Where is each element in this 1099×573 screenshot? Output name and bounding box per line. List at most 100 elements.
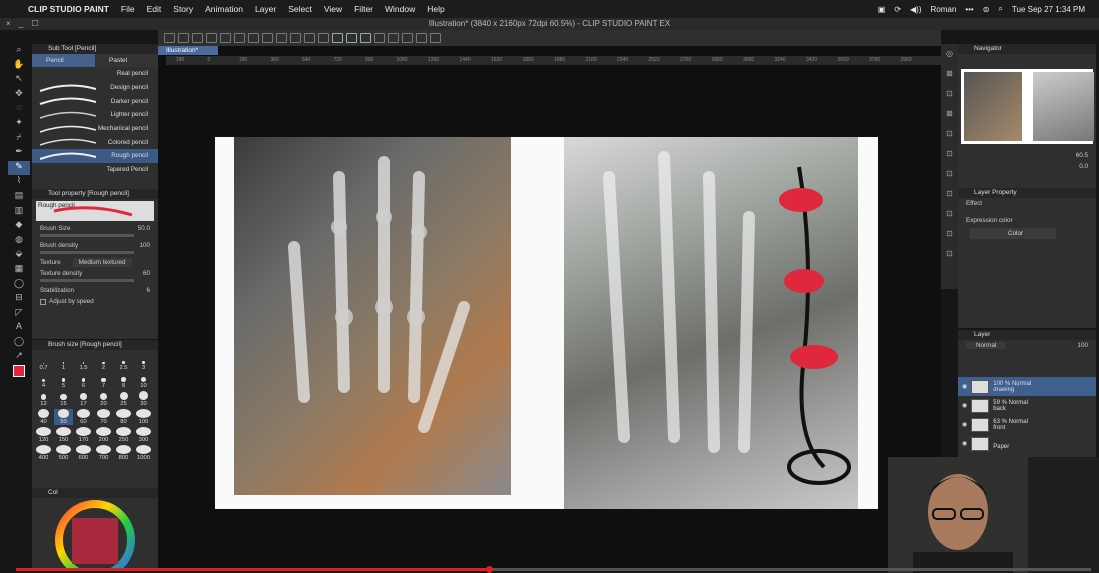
navigator-toggle-icon[interactable]: ◎: [941, 44, 958, 64]
texture-density-slider[interactable]: [40, 279, 134, 282]
transform-icon[interactable]: [290, 33, 301, 43]
material-2-icon[interactable]: ⊡: [941, 84, 958, 104]
checkbox-icon[interactable]: [40, 298, 46, 305]
frame-icon[interactable]: ⊟: [8, 292, 30, 307]
brush-colored-pencil[interactable]: Colored pencil: [32, 135, 158, 149]
eye-icon[interactable]: ◉: [962, 421, 967, 428]
texture-row[interactable]: Texture Medium textured: [32, 257, 158, 268]
brush-real-pencil[interactable]: Real pencil: [32, 67, 158, 81]
snap-icon[interactable]: [374, 33, 385, 43]
brush-density-value[interactable]: 100: [139, 242, 150, 249]
stabilization-row[interactable]: Stabilization 6: [32, 285, 158, 296]
screen-icon[interactable]: ▣: [878, 5, 886, 14]
brush-size-option[interactable]: 7: [94, 373, 113, 389]
brush-size-option[interactable]: 25: [114, 391, 133, 407]
brush-size-option[interactable]: 50: [54, 409, 73, 425]
brush-size-option[interactable]: 4: [34, 373, 53, 389]
eraser-icon[interactable]: ◆: [8, 219, 30, 234]
brush-size-option[interactable]: 700: [94, 445, 113, 461]
export-icon[interactable]: [206, 33, 217, 43]
brush-icon[interactable]: ⌇: [8, 175, 30, 190]
material-8-icon[interactable]: ⊡: [941, 224, 958, 244]
clear-icon[interactable]: [262, 33, 273, 43]
volume-icon[interactable]: ◀)): [910, 5, 921, 14]
brush-size-option[interactable]: 6: [74, 373, 93, 389]
brush-lighter-pencil[interactable]: Lighter pencil: [32, 108, 158, 122]
blend-select[interactable]: Normal: [966, 342, 1007, 349]
zoom-value[interactable]: 60.5: [1076, 152, 1088, 159]
material-3-icon[interactable]: ⊡: [941, 124, 958, 144]
search-icon[interactable]: ⌕: [998, 4, 1002, 14]
brush-size-option[interactable]: 170: [74, 427, 93, 443]
color-wheel-icon[interactable]: [32, 498, 158, 573]
brush-size-option[interactable]: 8: [114, 373, 133, 389]
brush-size-slider[interactable]: [40, 234, 134, 237]
video-scrubber[interactable]: [486, 566, 493, 573]
brush-size-option[interactable]: 120: [34, 427, 53, 443]
gradient-icon[interactable]: ▦: [8, 263, 30, 278]
control-icon[interactable]: ⊜: [983, 5, 990, 14]
brush-size-option[interactable]: 10: [134, 373, 153, 389]
guide-icon[interactable]: [416, 33, 427, 43]
brush-size-option[interactable]: 500: [54, 445, 73, 461]
brush-size-option[interactable]: 1.5: [74, 355, 93, 371]
brush-size-option[interactable]: 3: [134, 355, 153, 371]
deselect-icon[interactable]: [304, 33, 315, 43]
menu-animation[interactable]: Animation: [199, 4, 249, 14]
menu-edit[interactable]: Edit: [141, 4, 168, 14]
save-icon[interactable]: [192, 33, 203, 43]
open-icon[interactable]: [178, 33, 189, 43]
app-menu[interactable]: CLIP STUDIO PAINT: [22, 4, 115, 14]
pencil-icon[interactable]: ✎: [8, 160, 30, 176]
menu-filter[interactable]: Filter: [348, 4, 379, 14]
airbrush-icon[interactable]: ▤: [8, 190, 30, 205]
brush-size-value[interactable]: 50.0: [138, 225, 150, 232]
eye-icon[interactable]: ◉: [962, 440, 967, 447]
lasso-icon[interactable]: ◌: [8, 102, 30, 117]
decoration-icon[interactable]: ▥: [8, 205, 30, 220]
rotate-row[interactable]: 0.0: [958, 161, 1096, 172]
menu-help[interactable]: Help: [421, 4, 450, 14]
brush-size-option[interactable]: 0.7: [34, 355, 53, 371]
brush-mechanical-pencil[interactable]: Mechanical pencil: [32, 122, 158, 136]
video-progress-bar[interactable]: [16, 566, 1091, 573]
operation-icon[interactable]: ↖: [8, 73, 30, 88]
brush-size-option[interactable]: 100: [134, 409, 153, 425]
material-icon[interactable]: ⊠: [941, 64, 958, 84]
fill-icon[interactable]: [276, 33, 287, 43]
flip-icon[interactable]: [388, 33, 399, 43]
brush-size-option[interactable]: 150: [54, 427, 73, 443]
menu-layer[interactable]: Layer: [249, 4, 282, 14]
eye-icon[interactable]: ◉: [962, 402, 967, 409]
brush-design-pencil[interactable]: Design pencil: [32, 81, 158, 95]
text-icon[interactable]: A: [8, 321, 30, 336]
expression-select[interactable]: Color: [970, 228, 1056, 239]
brush-size-row[interactable]: Brush Size 50.0: [32, 223, 158, 234]
mirror-icon[interactable]: [402, 33, 413, 43]
move-icon[interactable]: ✥: [8, 88, 30, 103]
hand-icon[interactable]: ✋: [8, 59, 30, 74]
layer-row[interactable]: ◉ 59 % Normal back: [958, 396, 1096, 415]
color-swatch[interactable]: [8, 365, 30, 380]
brush-size-option[interactable]: 2.5: [114, 355, 133, 371]
brush-size-option[interactable]: 80: [114, 409, 133, 425]
brush-size-option[interactable]: 70: [94, 409, 113, 425]
brush-size-option[interactable]: 1000: [134, 445, 153, 461]
brush-size-option[interactable]: 400: [34, 445, 53, 461]
brush-size-option[interactable]: 2: [94, 355, 113, 371]
more-icon[interactable]: •••: [965, 5, 973, 14]
new-icon[interactable]: [164, 33, 175, 43]
close-material-icon[interactable]: ⊠: [941, 104, 958, 124]
invert-icon[interactable]: [318, 33, 329, 43]
brush-size-option[interactable]: 60: [74, 409, 93, 425]
texture-density-value[interactable]: 60: [143, 270, 150, 277]
fill-tool-icon[interactable]: ⬙: [8, 248, 30, 263]
brush-size-option[interactable]: 15: [54, 391, 73, 407]
device-icon[interactable]: [430, 33, 441, 43]
correct-line-icon[interactable]: ↗: [8, 350, 30, 365]
material-9-icon[interactable]: ⊡: [941, 244, 958, 264]
blend-icon[interactable]: ◍: [8, 234, 30, 249]
brush-size-option[interactable]: 20: [94, 391, 113, 407]
eye-icon[interactable]: ◉: [962, 383, 967, 390]
navigator-preview[interactable]: [961, 69, 1094, 144]
